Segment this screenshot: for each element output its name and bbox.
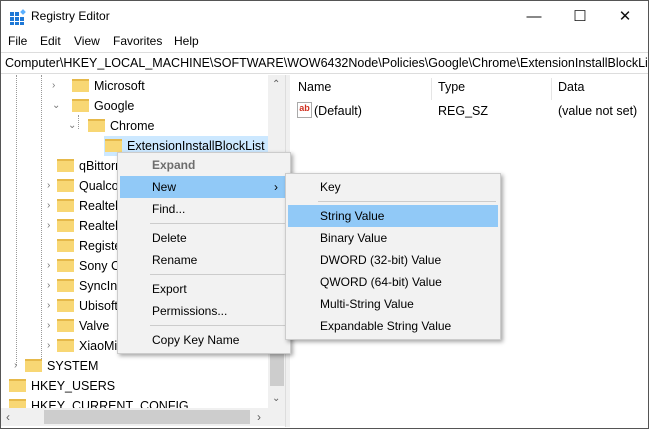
string-value-icon: ab bbox=[297, 102, 312, 118]
folder-icon bbox=[105, 139, 122, 152]
chevron-right-icon[interactable]: › bbox=[47, 196, 50, 216]
scroll-right-icon[interactable]: › bbox=[257, 410, 261, 424]
minimize-button[interactable]: — bbox=[511, 2, 557, 32]
menu-separator bbox=[318, 201, 496, 202]
tree-item-system[interactable]: SYSTEM bbox=[25, 356, 98, 376]
menu-file[interactable]: File bbox=[8, 34, 27, 48]
registry-editor-icon bbox=[10, 9, 26, 25]
tree-item-hkey-users[interactable]: HKEY_USERS bbox=[9, 376, 115, 396]
chevron-right-icon[interactable]: › bbox=[47, 276, 50, 296]
chevron-right-icon[interactable]: › bbox=[47, 256, 50, 276]
folder-icon bbox=[72, 99, 89, 112]
tree-item-microsoft[interactable]: Microsoft bbox=[72, 76, 145, 96]
column-divider[interactable] bbox=[431, 78, 432, 100]
submenu-item-string-value[interactable]: String Value bbox=[288, 205, 498, 227]
chevron-right-icon[interactable]: › bbox=[52, 76, 55, 96]
close-button[interactable]: ✕ bbox=[602, 2, 648, 32]
folder-icon bbox=[57, 239, 74, 252]
submenu-item-binary-value[interactable]: Binary Value bbox=[288, 227, 498, 249]
scroll-left-icon[interactable]: ‹ bbox=[6, 410, 10, 424]
folder-icon bbox=[72, 79, 89, 92]
context-menu: Expand New› Find... Delete Rename Export… bbox=[117, 152, 291, 354]
address-bar[interactable]: Computer\HKEY_LOCAL_MACHINE\SOFTWARE\WOW… bbox=[1, 52, 648, 74]
folder-icon bbox=[25, 359, 42, 372]
submenu-item-expandable-string-value[interactable]: Expandable String Value bbox=[288, 315, 498, 337]
menu-view[interactable]: View bbox=[74, 34, 100, 48]
folder-icon bbox=[57, 299, 74, 312]
chevron-right-icon: › bbox=[274, 176, 278, 198]
chevron-right-icon[interactable]: › bbox=[47, 176, 50, 196]
submenu-item-multi-string-value[interactable]: Multi-String Value bbox=[288, 293, 498, 315]
submenu-item-dword-value[interactable]: DWORD (32-bit) Value bbox=[288, 249, 498, 271]
folder-icon bbox=[57, 199, 74, 212]
window-title: Registry Editor bbox=[31, 9, 110, 23]
folder-icon bbox=[57, 219, 74, 232]
menu-item-rename[interactable]: Rename bbox=[120, 249, 288, 271]
chevron-right-icon[interactable]: › bbox=[47, 316, 50, 336]
menu-item-delete[interactable]: Delete bbox=[120, 227, 288, 249]
tree-item-ubisoft[interactable]: Ubisoft bbox=[57, 296, 118, 316]
chevron-right-icon[interactable]: › bbox=[14, 356, 17, 376]
submenu-item-key[interactable]: Key bbox=[288, 176, 498, 198]
menu-help[interactable]: Help bbox=[174, 34, 199, 48]
horizontal-scroll-thumb[interactable] bbox=[44, 410, 250, 424]
menu-item-new[interactable]: New› bbox=[120, 176, 288, 198]
folder-icon bbox=[9, 399, 26, 408]
chevron-right-icon[interactable]: › bbox=[47, 336, 50, 356]
chevron-right-icon[interactable]: › bbox=[47, 296, 50, 316]
chevron-right-icon[interactable]: › bbox=[47, 216, 50, 236]
menu-item-expand[interactable]: Expand bbox=[120, 154, 288, 176]
folder-icon bbox=[57, 319, 74, 332]
menu-separator bbox=[150, 325, 286, 326]
column-header-data[interactable]: Data bbox=[558, 80, 584, 94]
submenu-item-qword-value[interactable]: QWORD (64-bit) Value bbox=[288, 271, 498, 293]
folder-icon bbox=[57, 339, 74, 352]
column-header-name[interactable]: Name bbox=[298, 80, 331, 94]
menu-separator bbox=[150, 274, 286, 275]
title-bar: Registry Editor — ☐ ✕ bbox=[1, 1, 648, 31]
chevron-down-icon[interactable]: ⌄ bbox=[52, 96, 60, 116]
folder-icon bbox=[57, 159, 74, 172]
menu-bar: File Edit View Favorites Help bbox=[1, 31, 648, 51]
maximize-button[interactable]: ☐ bbox=[557, 2, 603, 32]
value-type: REG_SZ bbox=[438, 104, 488, 118]
value-data: (value not set) bbox=[558, 104, 637, 118]
vertical-scroll-thumb[interactable] bbox=[270, 352, 284, 386]
tree-item-google[interactable]: Google bbox=[72, 96, 134, 116]
tree-item-xiaomi[interactable]: XiaoMi bbox=[57, 336, 117, 356]
tree-item-valve[interactable]: Valve bbox=[57, 316, 109, 336]
folder-icon bbox=[57, 259, 74, 272]
scroll-down-icon[interactable]: ⌄ bbox=[272, 393, 280, 404]
menu-item-permissions[interactable]: Permissions... bbox=[120, 300, 288, 322]
menu-item-copy-key-name[interactable]: Copy Key Name bbox=[120, 329, 288, 351]
menu-item-export[interactable]: Export bbox=[120, 278, 288, 300]
menu-edit[interactable]: Edit bbox=[40, 34, 61, 48]
folder-icon bbox=[9, 379, 26, 392]
menu-item-find[interactable]: Find... bbox=[120, 198, 288, 220]
column-divider[interactable] bbox=[551, 78, 552, 100]
new-submenu: Key String Value Binary Value DWORD (32-… bbox=[285, 173, 501, 340]
menu-separator bbox=[150, 223, 286, 224]
chevron-down-icon[interactable]: ⌄ bbox=[68, 116, 76, 136]
value-name: (Default) bbox=[314, 104, 362, 118]
menu-favorites[interactable]: Favorites bbox=[113, 34, 162, 48]
tree-item-realtek-2[interactable]: Realtek bbox=[57, 216, 121, 236]
scroll-up-icon[interactable]: ⌃ bbox=[272, 79, 280, 90]
column-header-type[interactable]: Type bbox=[438, 80, 465, 94]
folder-icon bbox=[57, 279, 74, 292]
tree-item-realtek[interactable]: Realtek bbox=[57, 196, 121, 216]
folder-icon bbox=[57, 179, 74, 192]
tree-item-chrome[interactable]: Chrome bbox=[88, 116, 154, 136]
folder-icon bbox=[88, 119, 105, 132]
tree-item-hkey-current-config[interactable]: HKEY_CURRENT_CONFIG bbox=[9, 396, 189, 408]
